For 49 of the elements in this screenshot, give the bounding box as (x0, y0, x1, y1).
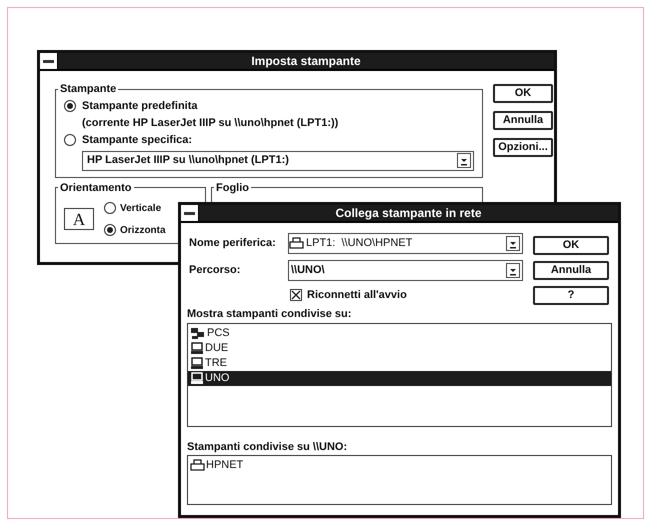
checkbox[interactable] (290, 289, 302, 302)
dialog-button[interactable]: Annulla (533, 261, 609, 280)
combo-value: LPT1: \\UNO\HPNET (305, 236, 414, 252)
printer-combo-box[interactable]: HP LaserJet IIIP su \\uno\hpnet (LPT1:) (82, 150, 474, 170)
list-item[interactable]: UNO (188, 370, 611, 386)
combo-box[interactable]: LPT1: \\UNO\HPNET (288, 233, 523, 254)
computer-icon (190, 342, 204, 354)
list-item[interactable]: HPNET (188, 458, 611, 473)
list-item[interactable]: TRE (188, 356, 611, 370)
landscape-page-icon: A (64, 208, 94, 230)
dialog-button[interactable]: ? (533, 286, 609, 305)
dialog-button[interactable]: OK (493, 84, 553, 103)
checkbox-label: Riconnetti all'avvio (307, 288, 407, 303)
printer-icon (190, 459, 205, 472)
default-printer-text: (corrente HP LaserJet IIIP su \\uno\hpnet (LPT1:)) (81, 116, 340, 130)
dropdown-button[interactable] (506, 236, 520, 251)
system-menu-button[interactable] (181, 205, 199, 221)
radio-button[interactable] (104, 202, 116, 214)
combo-value: HP LaserJet IIIP su \\uno\hpnet (LPT1:) (86, 153, 290, 168)
list-item[interactable]: PCS (188, 326, 611, 340)
dropdown-button[interactable] (457, 153, 471, 168)
radio-button[interactable] (64, 100, 76, 112)
system-menu-button[interactable] (40, 53, 58, 69)
list-label: Mostra stampanti condivise su: (187, 307, 352, 322)
computer-icon (190, 356, 204, 370)
group-label: Foglio (215, 180, 250, 196)
list-item[interactable]: DUE (188, 340, 611, 356)
radio-label: Orizzonta (120, 224, 166, 238)
dropdown-button[interactable] (506, 263, 520, 278)
radio-button[interactable] (104, 224, 116, 236)
printer-icon (289, 237, 304, 250)
group-label: Stampante (59, 82, 118, 97)
radio-label: Stampante predefinita (82, 98, 198, 114)
dialog-button[interactable]: Opzioni... (493, 138, 553, 157)
computer-icon (190, 372, 204, 384)
dialog-button[interactable]: OK (533, 236, 609, 255)
window-title: Collega stampante in rete (334, 207, 483, 219)
computers-icon (190, 326, 206, 340)
group-label: Orientamento (59, 180, 133, 196)
list-label: Stampanti condivise su \\UNO: (187, 440, 348, 454)
field-label: Percorso: (189, 263, 242, 278)
dialog-button[interactable]: Annulla (493, 111, 553, 130)
field-label: Nome periferica: (189, 236, 277, 252)
combo-value: \\UNO\ (290, 263, 326, 278)
radio-label: Stampante specifica: (82, 132, 192, 148)
combo-box[interactable]: \\UNO\ (288, 260, 523, 281)
radio-label: Verticale (120, 202, 162, 216)
radio-button[interactable] (64, 134, 76, 146)
window-title: Imposta stampante (250, 55, 362, 67)
